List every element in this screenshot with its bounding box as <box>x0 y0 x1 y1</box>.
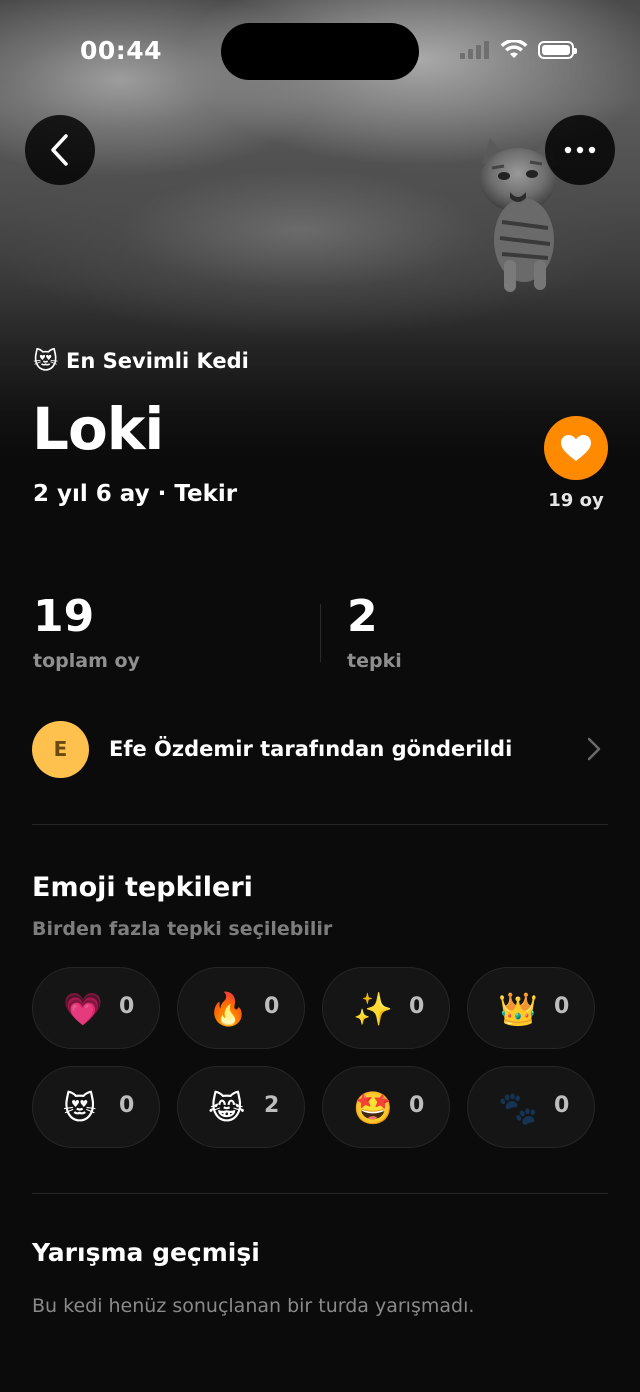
cat-detail-screen: 00:44 😻 En Sevimli Kedi Loki 2 yıl 6 ay … <box>0 0 640 1392</box>
ellipsis-icon <box>564 146 596 154</box>
reaction-count: 0 <box>264 994 280 1019</box>
cat-photo <box>0 0 640 560</box>
reaction-count: 0 <box>119 1093 135 1118</box>
avatar: E <box>32 720 89 778</box>
pink-heart-icon: 💗 <box>63 990 103 1028</box>
sparkles-icon: ✨ <box>353 990 393 1028</box>
stat-value: 2 <box>347 591 378 642</box>
reaction-chip-fire[interactable]: 🔥 0 <box>177 967 305 1049</box>
stat-label: tepki <box>347 650 402 672</box>
reaction-chip-star-struck[interactable]: 🤩 0 <box>322 1066 450 1148</box>
reaction-chip-heart-eyes-cat[interactable]: 😻 0 <box>32 1066 160 1148</box>
chevron-left-icon <box>51 134 68 166</box>
reaction-count: 0 <box>119 994 135 1019</box>
reactions-subtitle: Birden fazla tepki seçilebilir <box>32 918 333 940</box>
battery-icon <box>538 41 577 59</box>
reaction-count: 0 <box>554 994 570 1019</box>
submitter-text: Efe Özdemir tarafından gönderildi <box>109 737 513 761</box>
paw-prints-icon: 🐾 <box>498 1089 538 1127</box>
section-divider <box>32 824 608 825</box>
back-button[interactable] <box>25 115 95 185</box>
reaction-count: 2 <box>264 1093 280 1118</box>
reaction-chip-paw-prints[interactable]: 🐾 0 <box>467 1066 595 1148</box>
reactions-title: Emoji tepkileri <box>32 872 253 903</box>
cellular-signal-icon <box>460 41 489 59</box>
chevron-right-icon <box>582 737 606 761</box>
stat-value: 19 <box>33 591 95 642</box>
heart-eyes-cat-icon: 😻 <box>33 347 59 375</box>
wifi-icon <box>500 40 528 58</box>
reaction-chip-joy-cat[interactable]: 😹 2 <box>177 1066 305 1148</box>
reaction-count: 0 <box>409 994 425 1019</box>
status-icons <box>460 40 577 60</box>
reaction-chip-crown[interactable]: 👑 0 <box>467 967 595 1049</box>
cat-name: Loki <box>32 395 164 463</box>
reaction-count: 0 <box>409 1093 425 1118</box>
status-time: 00:44 <box>80 36 163 65</box>
category-label: En Sevimli Kedi <box>66 349 249 373</box>
reaction-chip-pink-heart[interactable]: 💗 0 <box>32 967 160 1049</box>
more-options-button[interactable] <box>545 115 615 185</box>
category-badge: 😻 En Sevimli Kedi <box>33 347 249 375</box>
reaction-chip-sparkles[interactable]: ✨ 0 <box>322 967 450 1049</box>
heart-icon <box>561 434 591 461</box>
vote-count: 19 oy <box>548 490 604 511</box>
cat-age-breed: 2 yıl 6 ay · Tekir <box>33 481 238 507</box>
star-struck-icon: 🤩 <box>353 1089 393 1127</box>
joy-cat-icon: 😹 <box>208 1089 246 1127</box>
submitter-row[interactable]: E Efe Özdemir tarafından gönderildi <box>32 720 608 778</box>
heart-eyes-cat-icon: 😻 <box>63 1089 97 1127</box>
vote-button[interactable] <box>544 416 608 480</box>
dynamic-island <box>221 23 419 80</box>
fire-icon: 🔥 <box>208 990 248 1028</box>
stat-divider <box>320 604 321 662</box>
stat-reactions: 2 tepki <box>347 590 402 672</box>
stat-label: toplam oy <box>33 650 140 672</box>
stat-total-votes: 19 toplam oy <box>33 590 140 672</box>
history-empty-text: Bu kedi henüz sonuçlanan bir turda yarış… <box>32 1295 475 1317</box>
reaction-count: 0 <box>554 1093 570 1118</box>
section-divider <box>32 1193 608 1194</box>
history-title: Yarışma geçmişi <box>32 1238 260 1267</box>
crown-icon: 👑 <box>498 990 538 1028</box>
